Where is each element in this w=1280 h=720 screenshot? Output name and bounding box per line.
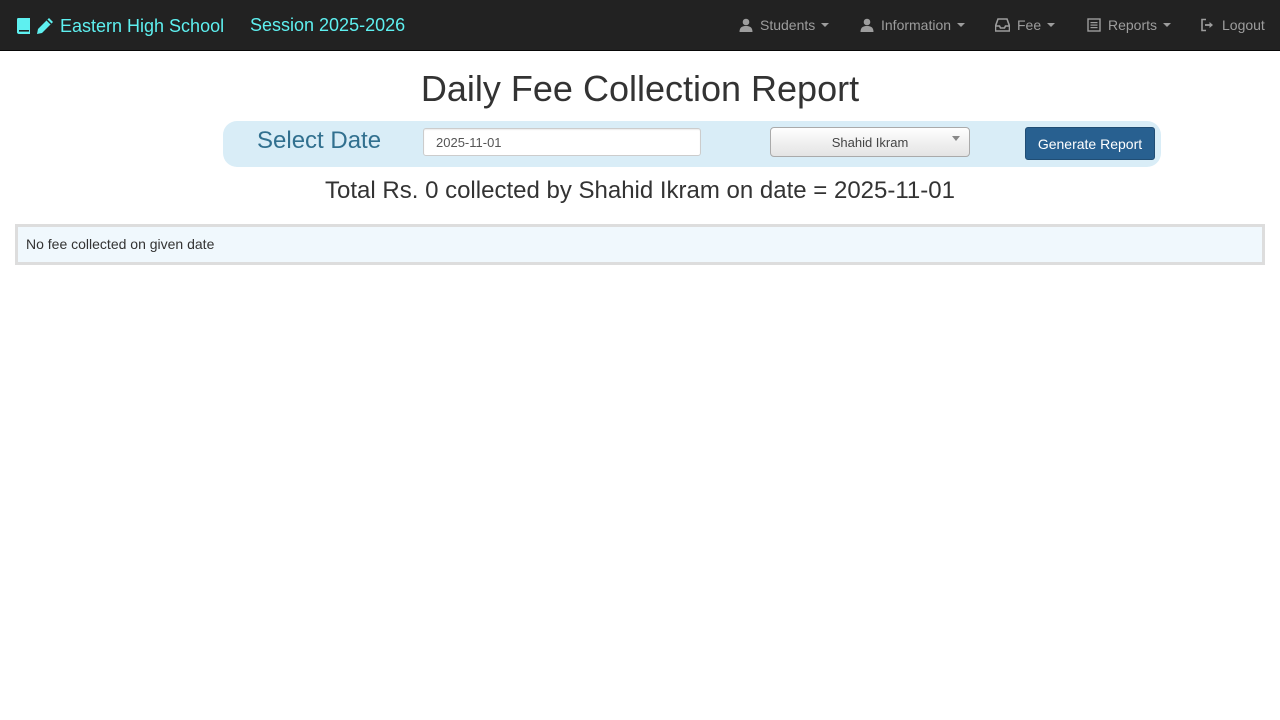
nav-fee-dropdown[interactable]: Fee xyxy=(995,16,1056,34)
user-icon xyxy=(860,18,874,32)
nav-reports-label: Reports xyxy=(1108,17,1158,33)
user-icon xyxy=(739,18,753,32)
report-filter-panel: Select Date Shahid Ikram Generate Report xyxy=(223,121,1161,167)
chevron-down-icon xyxy=(1163,23,1172,27)
nav-information-label: Information xyxy=(881,17,952,33)
nav-logout-label: Logout xyxy=(1222,17,1265,33)
chevron-down-icon xyxy=(952,136,960,141)
select-date-label: Select Date xyxy=(257,127,382,154)
collector-select-value: Shahid Ikram xyxy=(831,134,909,150)
brand-link[interactable]: Eastern High School xyxy=(16,13,224,39)
pencil-icon xyxy=(37,18,53,34)
top-navbar: Eastern High School Session 2025-2026 St… xyxy=(0,0,1280,51)
nav-students-label: Students xyxy=(760,17,816,33)
result-message-box: No fee collected on given date xyxy=(15,224,1265,265)
collector-select[interactable]: Shahid Ikram xyxy=(770,127,970,157)
list-alt-icon xyxy=(1087,18,1101,32)
nav-students-dropdown[interactable]: Students xyxy=(739,16,830,34)
chevron-down-icon xyxy=(1047,23,1056,27)
collection-summary: Total Rs. 0 collected by Shahid Ikram on… xyxy=(325,177,955,204)
date-input[interactable] xyxy=(423,128,701,156)
nav-fee-label: Fee xyxy=(1017,17,1042,33)
chevron-down-icon xyxy=(821,23,830,27)
nav-logout-link[interactable]: Logout xyxy=(1200,16,1265,34)
no-fee-message: No fee collected on given date xyxy=(26,236,215,252)
generate-report-button[interactable]: Generate Report xyxy=(1025,127,1155,160)
session-label: Session 2025-2026 xyxy=(250,15,406,35)
nav-reports-dropdown[interactable]: Reports xyxy=(1087,16,1172,34)
inbox-icon xyxy=(995,18,1010,32)
chevron-down-icon xyxy=(957,23,966,27)
page-title: Daily Fee Collection Report xyxy=(420,68,860,109)
book-icon xyxy=(17,18,30,34)
brand-name: Eastern High School xyxy=(60,15,225,36)
nav-information-dropdown[interactable]: Information xyxy=(860,16,966,34)
log-out-icon xyxy=(1201,18,1213,32)
